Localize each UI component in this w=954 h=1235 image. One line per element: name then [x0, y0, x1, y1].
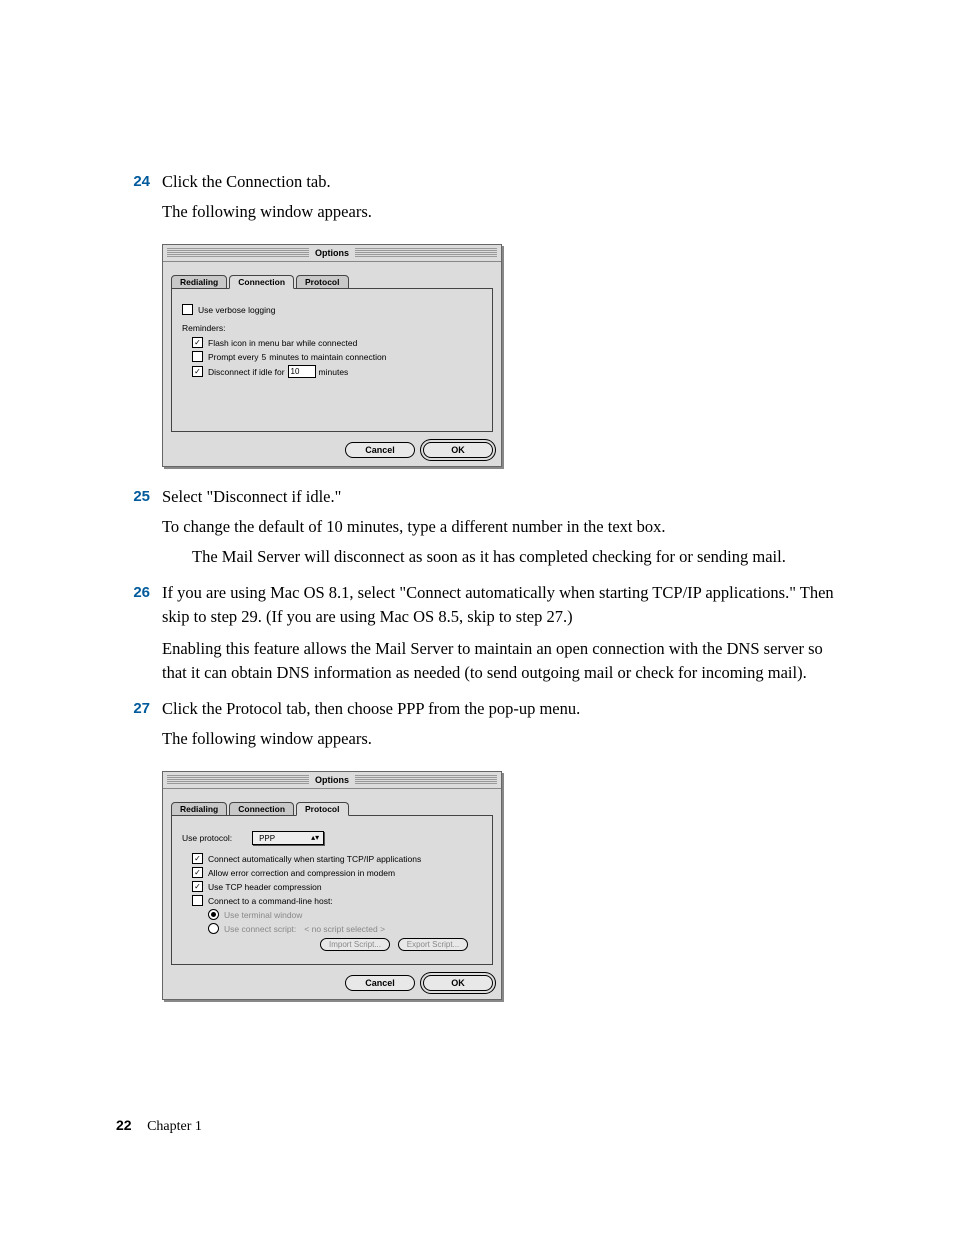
tab-protocol[interactable]: Protocol: [296, 802, 348, 816]
step-number: 25: [110, 485, 162, 575]
prompt-value: 5: [262, 352, 267, 362]
tabs-row: Redialing Connection Protocol: [171, 797, 493, 815]
checkbox-tcp-header[interactable]: ✓: [192, 881, 203, 892]
step-text: To change the default of 10 minutes, typ…: [162, 515, 844, 539]
checkbox-flash-icon[interactable]: ✓: [192, 337, 203, 348]
page-number: 22: [116, 1117, 132, 1133]
step-text: The Mail Server will disconnect as soon …: [162, 545, 844, 569]
allow-error-row: ✓ Allow error correction and compression…: [192, 867, 482, 878]
tcp-header-row: ✓ Use TCP header compression: [192, 881, 482, 892]
radio-label: Use terminal window: [224, 910, 302, 920]
connect-auto-row: ✓ Connect automatically when starting TC…: [192, 853, 482, 864]
checkbox-label: Disconnect if idle for: [208, 367, 285, 377]
chapter-label: Chapter 1: [147, 1119, 202, 1134]
step-text: The following window appears.: [162, 727, 844, 751]
connect-script-row: Use connect script: < no script selected…: [208, 923, 482, 934]
verbose-logging-row: Use verbose logging: [182, 304, 482, 315]
step-number: 27: [110, 697, 162, 757]
options-window-protocol: Options Redialing Connection Protocol Us…: [162, 771, 502, 1000]
step-26: 26 If you are using Mac OS 8.1, select "…: [110, 581, 844, 691]
checkbox-label: Prompt every: [208, 352, 259, 362]
tab-protocol[interactable]: Protocol: [296, 275, 348, 289]
checkbox-label: Use TCP header compression: [208, 882, 322, 892]
use-protocol-row: Use protocol: PPP ▴▾: [182, 831, 482, 845]
protocol-value: PPP: [259, 834, 275, 843]
terminal-window-row: Use terminal window: [208, 909, 482, 920]
checkbox-label: Flash icon in menu bar while connected: [208, 338, 357, 348]
script-buttons-row: Import Script... Export Script...: [208, 938, 482, 951]
window-title: Options: [309, 248, 355, 258]
checkbox-label: Connect to a command-line host:: [208, 896, 333, 906]
cmdline-host-row: Connect to a command-line host:: [192, 895, 482, 906]
popup-arrows-icon: ▴▾: [311, 835, 319, 841]
radio-label: Use connect script:: [224, 924, 296, 934]
step-text: Click the Protocol tab, then choose PPP …: [162, 697, 844, 721]
step-text: Select "Disconnect if idle.": [162, 485, 844, 509]
window-body: Redialing Connection Protocol Use verbos…: [163, 262, 501, 466]
tab-redialing[interactable]: Redialing: [171, 802, 227, 816]
ok-button[interactable]: OK: [423, 975, 493, 991]
step-body: Click the Protocol tab, then choose PPP …: [162, 697, 844, 757]
step-25: 25 Select "Disconnect if idle." To chang…: [110, 485, 844, 575]
step-text: If you are using Mac OS 8.1, select "Con…: [162, 581, 844, 629]
checkbox-cmdline-host[interactable]: [192, 895, 203, 906]
button-row: Cancel OK: [171, 975, 493, 991]
tab-connection[interactable]: Connection: [229, 802, 294, 816]
checkbox-verbose[interactable]: [182, 304, 193, 315]
idle-minutes-input[interactable]: 10: [288, 365, 316, 378]
cancel-button[interactable]: Cancel: [345, 975, 415, 991]
checkbox-label: Use verbose logging: [198, 305, 276, 315]
import-script-button[interactable]: Import Script...: [320, 938, 390, 951]
checkbox-label: Allow error correction and compression i…: [208, 868, 395, 878]
radio-connect-script[interactable]: [208, 923, 219, 934]
step-text: Enabling this feature allows the Mail Se…: [162, 637, 844, 685]
flash-icon-row: ✓ Flash icon in menu bar while connected: [192, 337, 482, 348]
step-27: 27 Click the Protocol tab, then choose P…: [110, 697, 844, 757]
disconnect-row: ✓ Disconnect if idle for 10 minutes: [192, 365, 482, 378]
tabs-row: Redialing Connection Protocol: [171, 270, 493, 288]
step-body: Click the Connection tab. The following …: [162, 170, 844, 230]
tab-redialing[interactable]: Redialing: [171, 275, 227, 289]
step-body: Select "Disconnect if idle." To change t…: [162, 485, 844, 575]
step-24: 24 Click the Connection tab. The followi…: [110, 170, 844, 230]
cancel-button[interactable]: Cancel: [345, 442, 415, 458]
step-body: If you are using Mac OS 8.1, select "Con…: [162, 581, 844, 691]
step-text: Click the Connection tab.: [162, 170, 844, 194]
checkbox-disconnect[interactable]: ✓: [192, 366, 203, 377]
checkbox-label: minutes: [319, 367, 349, 377]
no-script-text: < no script selected >: [304, 924, 385, 934]
tab-panel: Use verbose logging Reminders: ✓ Flash i…: [171, 288, 493, 432]
radio-terminal-window[interactable]: [208, 909, 219, 920]
titlebar: Options: [163, 245, 501, 262]
checkbox-label: minutes to maintain connection: [269, 352, 386, 362]
ok-button[interactable]: OK: [423, 442, 493, 458]
tab-panel: Use protocol: PPP ▴▾ ✓ Connect automatic…: [171, 815, 493, 965]
button-row: Cancel OK: [171, 442, 493, 458]
export-script-button[interactable]: Export Script...: [398, 938, 468, 951]
checkbox-allow-error[interactable]: ✓: [192, 867, 203, 878]
page: 24 Click the Connection tab. The followi…: [0, 0, 954, 1235]
use-protocol-label: Use protocol:: [182, 833, 232, 843]
options-window-connection: Options Redialing Connection Protocol Us…: [162, 244, 502, 467]
step-number: 24: [110, 170, 162, 230]
reminders-label: Reminders:: [182, 323, 482, 333]
page-footer: 22 Chapter 1: [116, 1117, 202, 1135]
tab-connection[interactable]: Connection: [229, 275, 294, 289]
step-number: 26: [110, 581, 162, 691]
protocol-popup[interactable]: PPP ▴▾: [252, 831, 324, 845]
titlebar: Options: [163, 772, 501, 789]
checkbox-connect-auto[interactable]: ✓: [192, 853, 203, 864]
prompt-row: Prompt every 5 minutes to maintain conne…: [192, 351, 482, 362]
step-text: The following window appears.: [162, 200, 844, 224]
window-title: Options: [309, 775, 355, 785]
checkbox-label: Connect automatically when starting TCP/…: [208, 854, 421, 864]
checkbox-prompt[interactable]: [192, 351, 203, 362]
window-body: Redialing Connection Protocol Use protoc…: [163, 789, 501, 999]
